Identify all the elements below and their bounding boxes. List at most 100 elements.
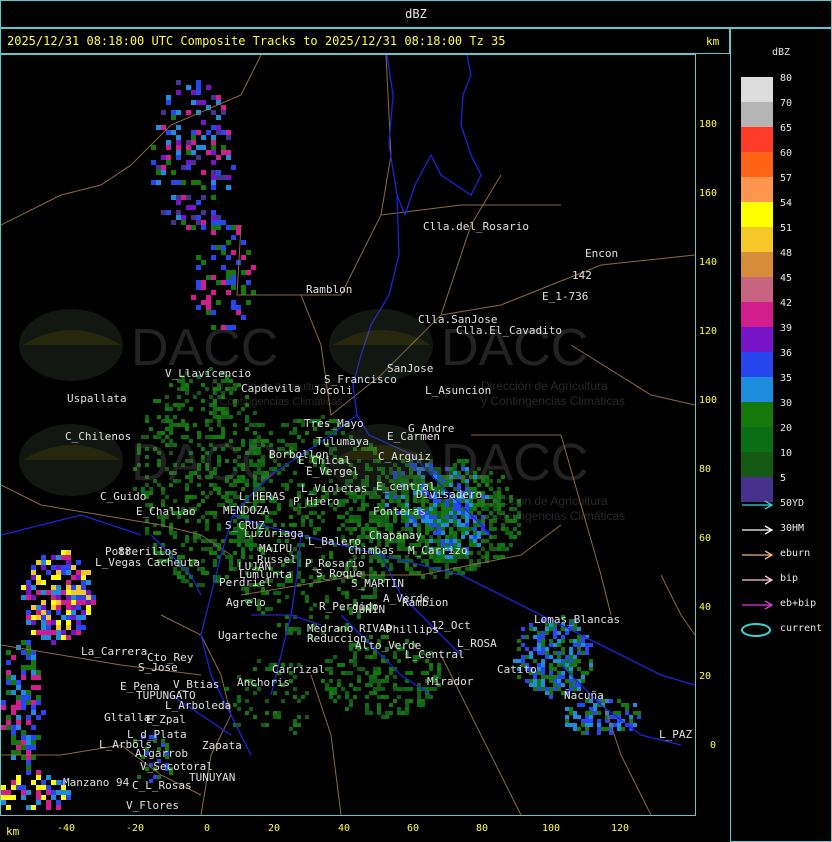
place-label: Borbollon xyxy=(269,448,329,461)
track-arrow-icon xyxy=(742,600,774,610)
place-label: Tres_Mayo xyxy=(304,417,364,430)
x-tick-label: 20 xyxy=(268,823,281,834)
track-legend-label: eburn xyxy=(780,548,811,559)
x-tick-label: 100 xyxy=(542,823,561,834)
place-label: Ñacuña xyxy=(564,689,604,702)
track-legend-label: 50YD xyxy=(780,498,805,509)
legend-swatch xyxy=(741,202,773,227)
place-label: Uspallata xyxy=(67,392,127,405)
place-label: Capdevila xyxy=(241,382,301,395)
x-tick-label: 40 xyxy=(338,823,351,834)
x-tick-label: 80 xyxy=(476,823,489,834)
legend-level-label: 57 xyxy=(780,173,793,184)
legend-title: dBZ xyxy=(772,47,791,58)
legend-swatch xyxy=(741,127,773,152)
place-label: E_Vergel xyxy=(306,465,359,478)
y-tick-label: 160 xyxy=(699,188,718,199)
place-label: C_Chilenos xyxy=(65,430,131,443)
place-label: Chimbas xyxy=(348,544,394,557)
legend-swatch xyxy=(741,152,773,177)
place-label: Cacheuta xyxy=(147,556,200,569)
place-label: Luzuriaga xyxy=(244,527,304,540)
legend-level-label: 5 xyxy=(780,473,787,484)
place-label: 88 xyxy=(118,545,131,558)
legend-level-label: 51 xyxy=(780,223,793,234)
legend-swatch xyxy=(741,352,773,377)
place-label: L_ROSA xyxy=(457,637,497,650)
place-label: P_Hiero xyxy=(293,495,339,508)
place-label: Chapanay xyxy=(369,529,422,542)
y-tick-label: 60 xyxy=(699,533,712,544)
place-label: L_Arboleda xyxy=(165,699,231,712)
track-arrow-icon xyxy=(742,575,774,585)
watermark-line1-4: Dirección de Agricultura xyxy=(481,494,608,508)
y-tick-label: 100 xyxy=(699,395,718,406)
track-legend-label: 30HM xyxy=(780,523,805,534)
track-arrow-icon xyxy=(742,550,774,560)
legend-level-label: 35 xyxy=(780,373,793,384)
place-label: JUNIN xyxy=(352,603,385,616)
place-label: TUNUYAN xyxy=(189,771,235,784)
legend-swatch xyxy=(741,102,773,127)
current-cell-ellipse-icon xyxy=(741,623,771,637)
place-label: 142 xyxy=(572,269,592,282)
place-label: L_Central xyxy=(405,648,465,661)
legend-swatch xyxy=(741,452,773,477)
legend-swatch xyxy=(741,327,773,352)
track-arrow-icon xyxy=(742,525,774,535)
place-label: Catito xyxy=(497,663,537,676)
place-label: E_Zpal xyxy=(146,713,186,726)
track-arrow-icon xyxy=(742,500,774,510)
legend-swatch xyxy=(741,77,773,102)
place-label: Fonteras xyxy=(373,505,426,518)
legend-swatch xyxy=(741,227,773,252)
y-tick-label: 180 xyxy=(699,119,718,130)
x-tick-label: 120 xyxy=(611,823,630,834)
legend-level-label: 30 xyxy=(780,398,793,409)
place-label: 94 xyxy=(116,776,130,789)
place-label: Anchoris xyxy=(237,676,290,689)
watermark-line2-4: y Contingencias Climáticas xyxy=(481,509,625,523)
legend-swatch xyxy=(741,377,773,402)
map-title: 2025/12/31 08:18:00 UTC Composite Tracks… xyxy=(7,34,506,48)
x-tick-label: -40 xyxy=(57,823,76,834)
legend-level-label: 65 xyxy=(780,123,793,134)
place-label: Jocoli xyxy=(313,384,353,397)
track-legend-label: eb+bip xyxy=(780,598,817,609)
y-axis-unit: km xyxy=(706,35,720,48)
legend-level-label: 54 xyxy=(780,198,793,209)
place-label: E_Carmen xyxy=(387,430,440,443)
legend-swatch xyxy=(741,252,773,277)
legend-swatch xyxy=(741,177,773,202)
legend-level-label: 45 xyxy=(780,273,793,284)
legend-level-label: 80 xyxy=(780,73,793,84)
place-label: Ramblon xyxy=(306,283,352,296)
place-label: L_Violetas xyxy=(301,482,367,495)
y-tick-label: 40 xyxy=(699,602,712,613)
place-label: L_PAZ xyxy=(659,728,692,741)
y-tick-label: 140 xyxy=(699,257,718,268)
legend-level-label: 10 xyxy=(780,448,793,459)
place-label: Rambion xyxy=(402,596,448,609)
place-label: S_Jose xyxy=(138,661,178,674)
legend-level-label: 39 xyxy=(780,323,793,334)
place-label: Clla.del_Rosario xyxy=(423,220,529,233)
watermark-name-4: DACC xyxy=(441,434,588,492)
track-legend-label: current xyxy=(780,623,823,634)
radar-map[interactable]: DACC Dirección de Agricultura y Continge… xyxy=(1,55,695,815)
y-axis xyxy=(696,54,730,816)
legend-level-label: 48 xyxy=(780,248,793,259)
place-label: E_1-736 xyxy=(542,290,588,303)
place-label: La_Carrera xyxy=(81,645,147,658)
place-label: MENDOZA xyxy=(223,504,270,517)
place-label: Mirador xyxy=(427,675,474,688)
place-label: Agrelo xyxy=(226,596,266,609)
place-label: C_Arguiz xyxy=(378,450,431,463)
place-label: V_Flores xyxy=(126,799,179,812)
x-tick-label: -20 xyxy=(126,823,145,834)
place-label: Zapata xyxy=(202,739,242,752)
watermark-line2-1: y Contingencias Climáticas xyxy=(211,396,344,408)
place-label: C_Guido xyxy=(100,490,146,503)
watermark-line2-2: y Contingencias Climáticas xyxy=(481,394,625,408)
window-title-bar: dBZ xyxy=(0,0,832,28)
